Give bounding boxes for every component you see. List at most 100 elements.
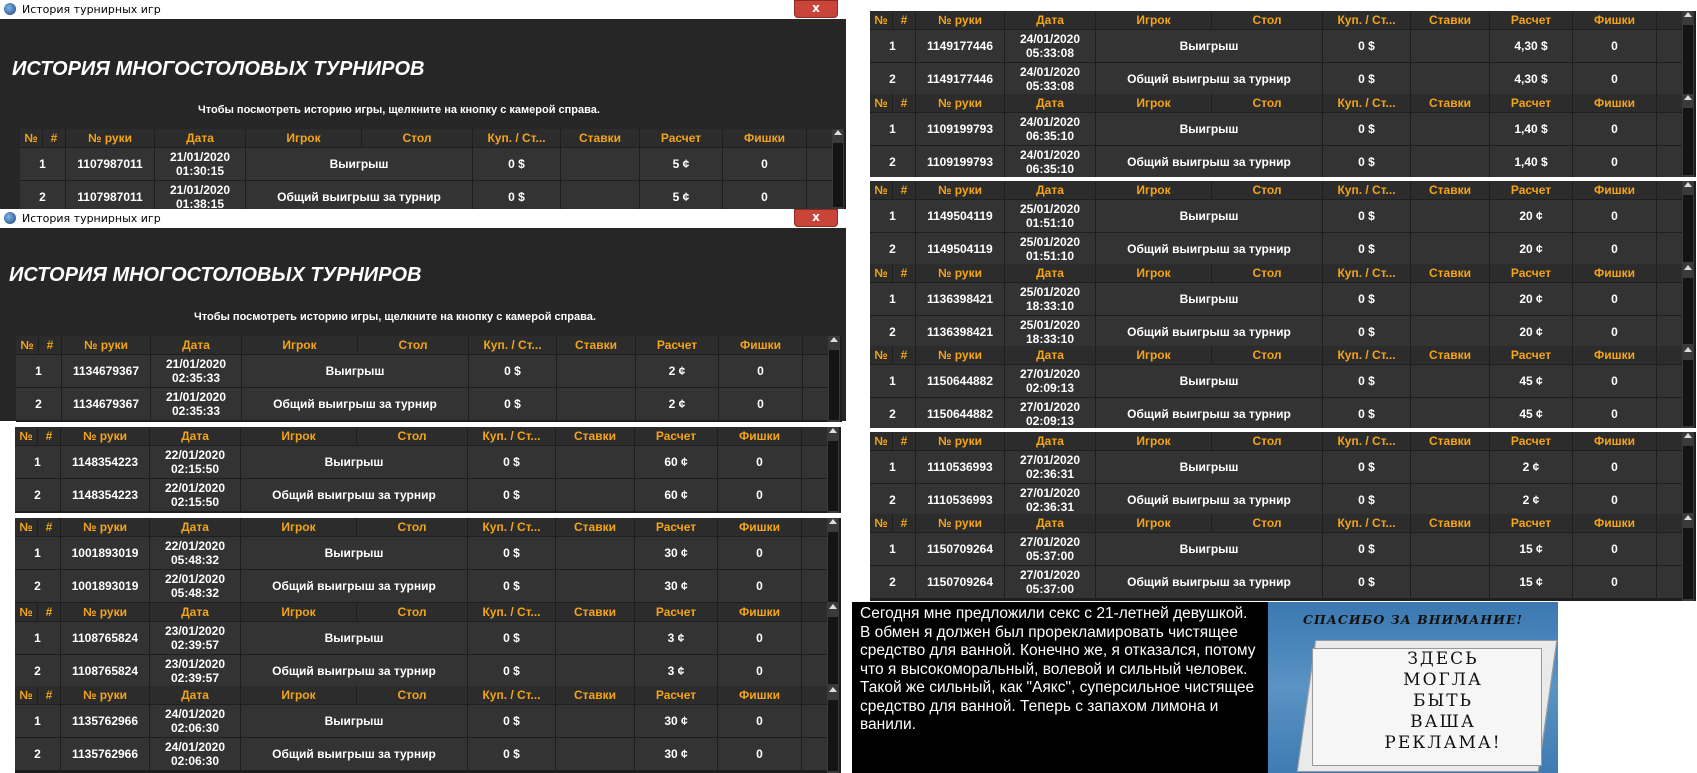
column-header[interactable]: Стол bbox=[1212, 264, 1322, 282]
column-header[interactable]: Стол bbox=[1212, 181, 1322, 199]
scrollbar-thumb[interactable] bbox=[1683, 108, 1693, 175]
column-header[interactable]: № руки bbox=[61, 603, 149, 621]
column-header[interactable]: Куп. / Ст... bbox=[468, 427, 555, 445]
column-header[interactable]: # bbox=[893, 94, 915, 112]
vertical-scrollbar[interactable] bbox=[1682, 514, 1694, 601]
column-header[interactable]: Куп. / Ст... bbox=[1323, 432, 1410, 450]
column-header[interactable]: № bbox=[870, 346, 892, 364]
scrollbar-thumb[interactable] bbox=[828, 700, 838, 771]
column-header[interactable]: Расчет bbox=[635, 518, 717, 536]
column-header[interactable]: № руки bbox=[916, 264, 1004, 282]
column-header[interactable]: Куп. / Ст... bbox=[468, 603, 555, 621]
hand-number[interactable]: 1134679367 bbox=[62, 388, 150, 420]
column-header[interactable]: Ставки bbox=[1411, 514, 1489, 532]
hand-number[interactable]: 1135762966 bbox=[61, 705, 149, 737]
column-header[interactable]: Ставки bbox=[1411, 94, 1489, 112]
column-header[interactable]: Игрок bbox=[1096, 264, 1211, 282]
scroll-up-icon[interactable] bbox=[829, 604, 837, 609]
hand-number[interactable]: 1110536993 bbox=[916, 451, 1004, 483]
column-header[interactable]: Расчет bbox=[1490, 11, 1572, 29]
column-header[interactable]: # bbox=[39, 336, 61, 354]
column-header[interactable]: Дата bbox=[150, 603, 240, 621]
column-header[interactable]: Расчет bbox=[635, 427, 717, 445]
scrollbar-thumb[interactable] bbox=[833, 143, 843, 207]
column-header[interactable]: # bbox=[893, 514, 915, 532]
column-header[interactable]: Ставки bbox=[556, 686, 634, 704]
column-header[interactable]: Ставки bbox=[1411, 181, 1489, 199]
column-header[interactable]: Фишки bbox=[719, 336, 802, 354]
hand-number[interactable]: 1149504119 bbox=[916, 233, 1004, 264]
column-header[interactable]: № руки bbox=[916, 346, 1004, 364]
column-header[interactable]: Расчет bbox=[635, 603, 717, 621]
column-header[interactable]: Расчет bbox=[1490, 264, 1572, 282]
column-header[interactable]: № bbox=[15, 427, 37, 445]
column-header[interactable]: № bbox=[15, 603, 37, 621]
hand-number[interactable]: 1149177446 bbox=[916, 63, 1004, 95]
column-header[interactable]: № руки bbox=[61, 686, 149, 704]
scroll-up-icon[interactable] bbox=[830, 337, 838, 342]
column-header[interactable]: Фишки bbox=[1573, 514, 1656, 532]
vertical-scrollbar[interactable] bbox=[1682, 432, 1694, 515]
hand-number[interactable]: 1110536993 bbox=[916, 484, 1004, 515]
column-header[interactable]: Дата bbox=[1005, 11, 1095, 29]
column-header[interactable]: Стол bbox=[357, 518, 467, 536]
vertical-scrollbar[interactable] bbox=[827, 686, 839, 773]
scroll-up-icon[interactable] bbox=[829, 519, 837, 524]
vertical-scrollbar[interactable] bbox=[828, 336, 840, 422]
column-header[interactable]: № bbox=[870, 181, 892, 199]
scrollbar-thumb[interactable] bbox=[828, 441, 838, 511]
scroll-up-icon[interactable] bbox=[829, 687, 837, 692]
column-header[interactable]: Стол bbox=[1212, 11, 1322, 29]
hand-number[interactable]: 1108765824 bbox=[61, 622, 149, 654]
column-header[interactable]: № bbox=[870, 264, 892, 282]
column-header[interactable]: Куп. / Ст... bbox=[1323, 11, 1410, 29]
column-header[interactable]: # bbox=[893, 432, 915, 450]
column-header[interactable]: № руки bbox=[916, 181, 1004, 199]
scrollbar-thumb[interactable] bbox=[1683, 360, 1693, 426]
column-header[interactable]: Ставки bbox=[1411, 11, 1489, 29]
column-header[interactable]: Стол bbox=[1212, 94, 1322, 112]
column-header[interactable]: № руки bbox=[61, 427, 149, 445]
scroll-up-icon[interactable] bbox=[834, 130, 842, 135]
hand-number[interactable]: 1136398421 bbox=[916, 283, 1004, 315]
column-header[interactable]: Стол bbox=[362, 129, 472, 147]
column-header[interactable]: Расчет bbox=[1490, 94, 1572, 112]
column-header[interactable]: Куп. / Ст... bbox=[468, 518, 555, 536]
column-header[interactable]: Ставки bbox=[1411, 432, 1489, 450]
column-header[interactable]: № руки bbox=[61, 518, 149, 536]
column-header[interactable]: Ставки bbox=[556, 518, 634, 536]
hand-number[interactable]: 1107987011 bbox=[66, 181, 154, 209]
column-header[interactable]: Стол bbox=[1212, 346, 1322, 364]
hand-number[interactable]: 1107987011 bbox=[66, 148, 154, 180]
column-header[interactable]: Куп. / Ст... bbox=[1323, 181, 1410, 199]
column-header[interactable]: Игрок bbox=[1096, 181, 1211, 199]
scroll-up-icon[interactable] bbox=[1684, 515, 1692, 520]
column-header[interactable]: № руки bbox=[916, 514, 1004, 532]
vertical-scrollbar[interactable] bbox=[827, 603, 839, 686]
column-header[interactable]: Стол bbox=[358, 336, 468, 354]
column-header[interactable]: Расчет bbox=[635, 686, 717, 704]
column-header[interactable]: # bbox=[38, 686, 60, 704]
column-header[interactable]: # bbox=[893, 346, 915, 364]
column-header[interactable]: # bbox=[38, 518, 60, 536]
column-header[interactable]: № руки bbox=[916, 94, 1004, 112]
scroll-up-icon[interactable] bbox=[829, 428, 837, 433]
column-header[interactable]: Расчет bbox=[1490, 346, 1572, 364]
hand-number[interactable]: 1150709264 bbox=[916, 533, 1004, 565]
column-header[interactable]: Стол bbox=[357, 603, 467, 621]
column-header[interactable]: Фишки bbox=[718, 603, 801, 621]
scroll-up-icon[interactable] bbox=[1684, 95, 1692, 100]
column-header[interactable]: Куп. / Ст... bbox=[473, 129, 560, 147]
vertical-scrollbar[interactable] bbox=[1682, 94, 1694, 177]
hand-number[interactable]: 1150644882 bbox=[916, 365, 1004, 397]
column-header[interactable]: # bbox=[38, 603, 60, 621]
column-header[interactable]: Фишки bbox=[1573, 432, 1656, 450]
column-header[interactable]: № bbox=[870, 514, 892, 532]
column-header[interactable]: Игрок bbox=[1096, 346, 1211, 364]
column-header[interactable]: Дата bbox=[1005, 432, 1095, 450]
column-header[interactable]: # bbox=[893, 181, 915, 199]
column-header[interactable]: Ставки bbox=[1411, 264, 1489, 282]
column-header[interactable]: Куп. / Ст... bbox=[469, 336, 556, 354]
column-header[interactable]: Стол bbox=[1212, 432, 1322, 450]
column-header[interactable]: Куп. / Ст... bbox=[468, 686, 555, 704]
